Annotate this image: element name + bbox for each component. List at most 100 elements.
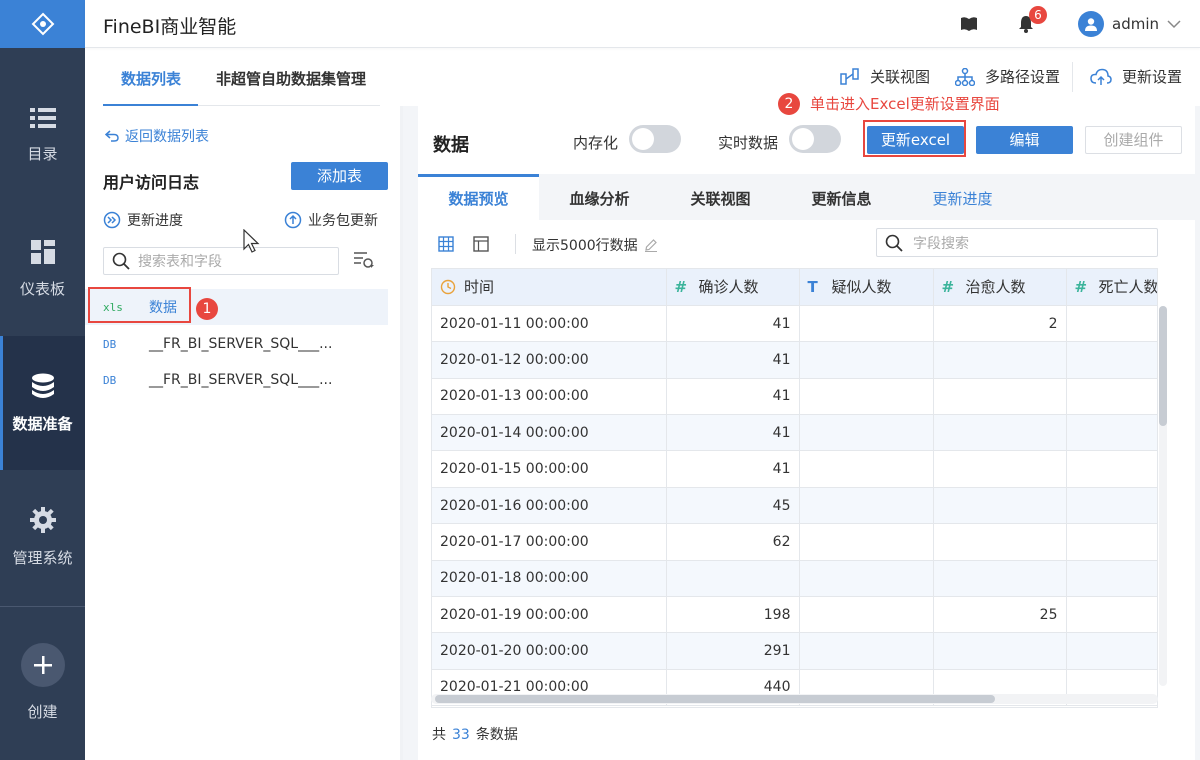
table-cell[interactable] xyxy=(1066,560,1157,598)
add-table-button[interactable]: 添加表 xyxy=(291,162,388,190)
table-cell[interactable] xyxy=(799,596,934,634)
table-cell[interactable] xyxy=(799,305,934,343)
table-cell[interactable] xyxy=(933,560,1067,598)
nav-label: 目录 xyxy=(27,144,58,163)
table-cell[interactable] xyxy=(666,560,800,598)
top-tabs: 数据列表 非超管自助数据集管理 xyxy=(103,48,380,106)
nav-item-data-prep[interactable]: 数据准备 xyxy=(0,336,85,470)
column-header-deaths[interactable]: # 死亡人数 xyxy=(1066,269,1157,306)
column-header-time[interactable]: 时间 xyxy=(432,269,667,306)
related-view-action[interactable]: 关联视图 xyxy=(840,66,930,87)
table-cell[interactable]: 2020-01-17 00:00:00 xyxy=(432,523,667,561)
vertical-scrollbar[interactable] xyxy=(1159,306,1167,686)
table-cell[interactable] xyxy=(1066,378,1157,416)
scrollbar-thumb[interactable] xyxy=(1159,306,1167,426)
table-cell[interactable] xyxy=(1066,341,1157,379)
edit-button[interactable]: 编辑 xyxy=(976,126,1073,154)
table-cell[interactable] xyxy=(933,632,1067,670)
field-search-input[interactable]: 字段搜索 xyxy=(876,228,1158,257)
tab-data-preview[interactable]: 数据预览 xyxy=(418,174,539,220)
table-cell[interactable]: 2020-01-16 00:00:00 xyxy=(432,487,667,525)
table-cell[interactable] xyxy=(933,450,1067,488)
card-view-icon[interactable] xyxy=(473,236,489,252)
create-component-button[interactable]: 创建组件 xyxy=(1085,126,1182,154)
table-cell[interactable]: 41 xyxy=(666,450,800,488)
filter-settings-icon[interactable] xyxy=(353,250,375,270)
table-cell[interactable] xyxy=(933,341,1067,379)
table-cell[interactable] xyxy=(799,341,934,379)
table-row: 2020-01-17 00:00:00 62 xyxy=(432,523,1157,561)
table-cell[interactable]: 198 xyxy=(666,596,800,634)
table-field-search-input[interactable]: 搜索表和字段 xyxy=(103,247,339,275)
column-header-cured[interactable]: # 治愈人数 xyxy=(933,269,1067,306)
nav-item-admin[interactable]: 管理系统 xyxy=(0,470,85,604)
table-cell[interactable] xyxy=(1066,414,1157,452)
table-cell[interactable] xyxy=(1066,305,1157,343)
dataset-item-sql-2[interactable]: DB __FR_BI_SERVER_SQL___... xyxy=(85,362,388,398)
row-limit-setting[interactable]: 显示5000行数据 xyxy=(532,235,658,255)
dataset-item-sql-1[interactable]: DB __FR_BI_SERVER_SQL___... xyxy=(85,326,388,362)
table-cell[interactable]: 41 xyxy=(666,341,800,379)
table-cell[interactable]: 2 xyxy=(933,305,1067,343)
table-cell[interactable] xyxy=(1066,450,1157,488)
table-cell[interactable]: 2020-01-13 00:00:00 xyxy=(432,378,667,416)
tab-related-view[interactable]: 关联视图 xyxy=(660,174,781,220)
table-cell[interactable]: 2020-01-18 00:00:00 xyxy=(432,560,667,598)
package-update-link[interactable]: 业务包更新 xyxy=(284,210,378,230)
table-cell[interactable]: 291 xyxy=(666,632,800,670)
column-header-suspected[interactable]: T 疑似人数 xyxy=(799,269,934,306)
grid-view-icon[interactable] xyxy=(438,236,454,252)
app-logo[interactable] xyxy=(0,0,85,48)
tab-data-list[interactable]: 数据列表 xyxy=(121,68,181,89)
tab-update-info[interactable]: 更新信息 xyxy=(781,174,902,220)
table-cell[interactable]: 2020-01-15 00:00:00 xyxy=(432,450,667,488)
realtime-toggle[interactable] xyxy=(789,125,841,153)
table-cell[interactable] xyxy=(933,378,1067,416)
update-settings-action[interactable]: 更新设置 xyxy=(1090,66,1182,87)
table-cell[interactable]: 41 xyxy=(666,414,800,452)
table-cell[interactable]: 41 xyxy=(666,305,800,343)
table-cell[interactable]: 25 xyxy=(933,596,1067,634)
table-cell[interactable] xyxy=(799,414,934,452)
table-cell[interactable]: 2020-01-11 00:00:00 xyxy=(432,305,667,343)
table-cell[interactable]: 2020-01-12 00:00:00 xyxy=(432,341,667,379)
table-cell[interactable] xyxy=(1066,487,1157,525)
table-cell[interactable] xyxy=(799,487,934,525)
table-cell[interactable] xyxy=(799,523,934,561)
table-cell[interactable] xyxy=(933,523,1067,561)
table-cell[interactable]: 45 xyxy=(666,487,800,525)
tab-self-service-dataset[interactable]: 非超管自助数据集管理 xyxy=(216,68,366,89)
table-cell[interactable]: 62 xyxy=(666,523,800,561)
create-button[interactable] xyxy=(20,642,65,687)
nav-item-create[interactable]: 创建 xyxy=(0,622,85,742)
app-title: FineBI商业智能 xyxy=(103,16,237,38)
user-menu[interactable]: admin xyxy=(1078,11,1181,37)
tab-update-progress[interactable]: 更新进度 xyxy=(902,174,1023,220)
table-row: 2020-01-11 00:00:00 41 2 xyxy=(432,305,1157,343)
in-memory-toggle[interactable] xyxy=(629,125,681,153)
table-cell[interactable] xyxy=(799,378,934,416)
nav-item-dashboard[interactable]: 仪表板 xyxy=(0,202,85,336)
table-cell[interactable] xyxy=(799,560,934,598)
table-cell[interactable] xyxy=(1066,632,1157,670)
table-cell[interactable]: 41 xyxy=(666,378,800,416)
table-cell[interactable] xyxy=(799,632,934,670)
table-cell[interactable]: 2020-01-14 00:00:00 xyxy=(432,414,667,452)
table-cell[interactable] xyxy=(933,487,1067,525)
back-to-data-list-link[interactable]: 返回数据列表 xyxy=(105,126,209,146)
number-type-icon: # xyxy=(1074,278,1088,297)
nav-item-catalog[interactable]: 目录 xyxy=(0,68,85,202)
table-cell[interactable]: 2020-01-19 00:00:00 xyxy=(432,596,667,634)
table-cell[interactable] xyxy=(799,450,934,488)
table-cell[interactable]: 2020-01-20 00:00:00 xyxy=(432,632,667,670)
update-progress-link[interactable]: 更新进度 xyxy=(103,210,183,230)
multi-path-settings-action[interactable]: 多路径设置 xyxy=(955,66,1060,87)
book-icon[interactable] xyxy=(960,15,978,33)
scrollbar-thumb[interactable] xyxy=(435,695,995,703)
tab-lineage-analysis[interactable]: 血缘分析 xyxy=(539,174,660,220)
horizontal-scrollbar[interactable] xyxy=(431,694,1158,704)
table-cell[interactable] xyxy=(1066,523,1157,561)
column-header-confirmed[interactable]: # 确诊人数 xyxy=(666,269,800,306)
table-cell[interactable] xyxy=(933,414,1067,452)
table-cell[interactable] xyxy=(1066,596,1157,634)
